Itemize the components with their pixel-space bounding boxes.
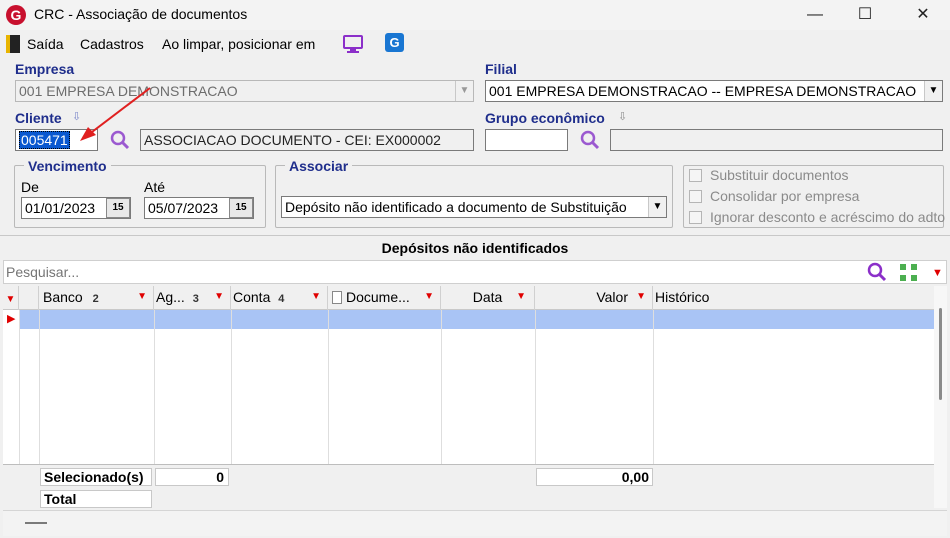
- exit-button[interactable]: Saída: [27, 36, 64, 52]
- associar-label: Associar: [285, 158, 353, 174]
- col-banco[interactable]: Banco 2 ▼: [39, 286, 154, 310]
- grupo-hint-arrow-icon: ⇩: [618, 111, 628, 123]
- grid-col-divider: [441, 310, 442, 464]
- grid-horizontal-scrollbar[interactable]: [3, 510, 947, 536]
- grid-title: Depósitos não identificados: [0, 235, 950, 260]
- col-valor[interactable]: Valor ▼: [535, 286, 653, 310]
- col-conta-filter-icon[interactable]: ▼: [311, 286, 321, 308]
- col-historico-label: Histórico: [655, 289, 710, 305]
- col-valor-label: Valor: [596, 289, 628, 305]
- col-data-label: Data: [472, 289, 503, 305]
- close-button[interactable]: ✕: [898, 0, 948, 30]
- consolidar-checkbox[interactable]: [689, 190, 702, 203]
- horizontal-scrollbar-thumb[interactable]: [25, 522, 47, 524]
- col-agencia[interactable]: Ag... 3 ▼: [154, 286, 231, 310]
- grid-col-divider: [19, 310, 20, 464]
- grid-vertical-scrollbar[interactable]: [934, 286, 947, 508]
- grupo-code-input[interactable]: [485, 129, 568, 151]
- table-row-selected[interactable]: [19, 310, 934, 329]
- row-pointer-icon: ▶: [3, 310, 19, 329]
- toolbar: Saída Cadastros Ao limpar, posicionar em…: [0, 30, 950, 58]
- empresa-dropdown-icon: ▼: [455, 81, 473, 101]
- vencimento-label: Vencimento: [24, 158, 111, 174]
- filial-label: Filial: [485, 61, 517, 77]
- col-conta-sort: 4: [278, 293, 285, 305]
- substituir-label: Substituir documentos: [710, 167, 849, 183]
- annotation-arrow: [80, 87, 151, 141]
- header-select-column: [19, 286, 39, 310]
- grid-search-input[interactable]: [6, 262, 846, 282]
- filial-select[interactable]: 001 EMPRESA DEMONSTRACAO -- EMPRESA DEMO…: [485, 80, 943, 102]
- de-label: De: [21, 179, 39, 195]
- clear-position-label: Ao limpar, posicionar em: [162, 36, 316, 52]
- col-conta-label: Conta: [233, 289, 271, 305]
- col-banco-filter-icon[interactable]: ▼: [137, 286, 147, 308]
- cliente-name-field: ASSOCIACAO DOCUMENTO - CEI: EX000002: [140, 129, 474, 151]
- col-conta[interactable]: Conta 4 ▼: [231, 286, 328, 310]
- grid-col-divider: [328, 310, 329, 464]
- grupo-label: Grupo econômico: [485, 110, 605, 126]
- ignorar-label: Ignorar desconto e acréscimo do adto: [710, 209, 946, 225]
- total-label: Total: [40, 490, 152, 508]
- scrollbar-thumb[interactable]: [939, 308, 942, 400]
- col-historico[interactable]: Histórico: [653, 286, 934, 310]
- filial-value: 001 EMPRESA DEMONSTRACAO -- EMPRESA DEMO…: [489, 83, 917, 99]
- grupo-search-icon[interactable]: [578, 128, 602, 152]
- title-bar: G CRC - Associação de documentos — ☐ ✕: [0, 0, 950, 30]
- ate-date-value: 05/07/2023: [148, 200, 219, 216]
- grid-col-divider: [39, 310, 40, 464]
- col-agencia-sort: 3: [192, 293, 199, 305]
- substituir-checkbox[interactable]: [689, 169, 702, 182]
- col-valor-filter-icon[interactable]: ▼: [636, 286, 646, 308]
- grupo-name-field: [610, 129, 943, 151]
- grid-col-divider: [653, 310, 654, 464]
- app-logo-icon: G: [6, 5, 26, 25]
- selected-value: 0,00: [536, 468, 653, 486]
- grid-col-divider: [535, 310, 536, 464]
- document-icon: [332, 291, 342, 304]
- associar-dropdown-icon[interactable]: ▼: [648, 197, 666, 217]
- de-calendar-icon[interactable]: 15: [106, 198, 130, 218]
- exit-door-icon[interactable]: [6, 35, 20, 53]
- minimize-button[interactable]: —: [790, 0, 840, 30]
- monitor-icon[interactable]: [342, 34, 364, 54]
- selected-count: 0: [155, 468, 229, 486]
- ate-calendar-icon[interactable]: 15: [229, 198, 253, 218]
- grid-col-divider: [154, 310, 155, 464]
- grid-col-divider: [231, 310, 232, 464]
- col-documento[interactable]: Docume... ▼: [328, 286, 441, 310]
- grid-header: ▼ Banco 2 ▼ Ag... 3 ▼ Conta 4 ▼ Docume..…: [3, 286, 934, 310]
- grid-search-icon[interactable]: [866, 261, 888, 283]
- associar-select[interactable]: Depósito não identificado a documento de…: [281, 196, 667, 218]
- associar-value: Depósito não identificado a documento de…: [285, 199, 627, 215]
- col-documento-filter-icon[interactable]: ▼: [424, 286, 434, 308]
- col-banco-label: Banco: [43, 289, 83, 305]
- window-title: CRC - Associação de documentos: [34, 6, 248, 22]
- cadastros-menu[interactable]: Cadastros: [80, 36, 144, 52]
- col-documento-label: Docume...: [346, 289, 410, 305]
- maximize-button[interactable]: ☐: [840, 0, 890, 30]
- col-data-filter-icon[interactable]: ▼: [516, 286, 526, 308]
- selected-label: Selecionado(s): [40, 468, 152, 486]
- col-agencia-label: Ag...: [156, 289, 185, 305]
- empresa-label: Empresa: [15, 61, 75, 77]
- ate-label: Até: [144, 179, 166, 195]
- ignorar-checkbox[interactable]: [689, 211, 702, 224]
- grid-body: [3, 310, 934, 464]
- col-agencia-filter-icon[interactable]: ▼: [214, 286, 224, 308]
- app-g-icon[interactable]: G: [385, 33, 404, 52]
- col-banco-sort: 2: [92, 293, 99, 305]
- col-data[interactable]: Data ▼: [441, 286, 535, 310]
- de-date-value: 01/01/2023: [25, 200, 96, 216]
- filial-dropdown-icon[interactable]: ▼: [924, 81, 942, 101]
- header-indicator-icon[interactable]: ▼: [3, 286, 19, 310]
- consolidar-label: Consolidar por empresa: [710, 188, 860, 204]
- expand-icon[interactable]: [898, 262, 920, 284]
- grid-menu-arrow-icon[interactable]: ▼: [932, 267, 943, 279]
